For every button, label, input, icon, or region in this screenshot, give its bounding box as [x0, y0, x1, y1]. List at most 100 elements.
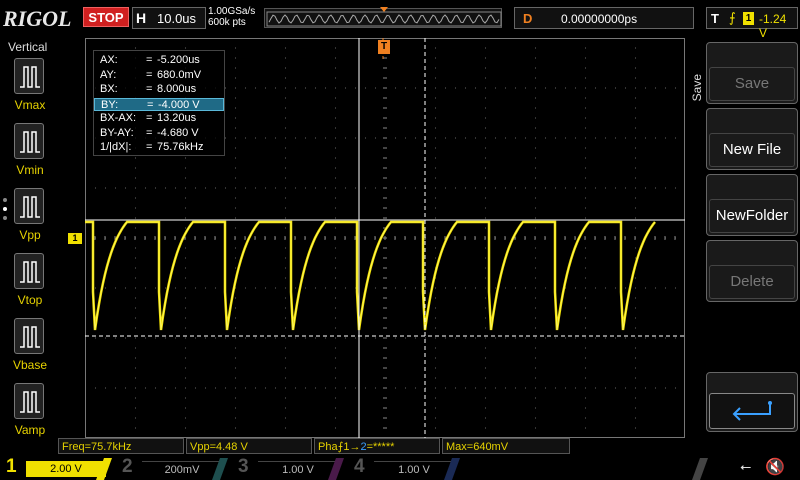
back-button[interactable] — [706, 372, 798, 432]
measure-vbase-button[interactable] — [14, 318, 44, 354]
cursor-eq: = — [146, 83, 153, 95]
channel-4-tab[interactable]: 4 1.00 V — [348, 456, 460, 480]
trigger-source: 1 — [743, 12, 754, 25]
cursor-row: AX: = -5.200us — [94, 54, 224, 67]
timebase-value: 10.0us — [157, 11, 197, 26]
delay-value: 0.00000000ps — [561, 12, 638, 26]
cursor-value: 75.76kHz — [157, 141, 204, 153]
channel-number: 2 — [122, 456, 133, 477]
measure-vtop-label: Vtop — [17, 293, 43, 307]
trigger-time-marker[interactable]: T — [378, 40, 390, 54]
cursor-readout: AX: = -5.200us AY: = 680.0mV BX: = 8.000us BY: = -4… — [93, 50, 225, 156]
memory-overview-waveform — [266, 11, 502, 27]
measure-max[interactable]: Max=640mV — [442, 438, 570, 454]
vpp-icon — [20, 196, 40, 218]
channel-scale: 1.00 V — [258, 461, 338, 477]
falling-edge-icon: ⨍ — [729, 10, 736, 25]
cursor-row: BX: = 8.000us — [94, 83, 224, 96]
save-menu-panel: Save Save New File NewFolder Delete — [686, 38, 800, 440]
cursor-key: AY: — [100, 68, 117, 81]
top-bar: RIGOL STOP H 10.0us 1.00GSa/s 600k pts D… — [0, 0, 800, 40]
vtop-icon — [20, 261, 40, 283]
channel-bar: 1 2.00 V 2 200mV 3 1.00 V 4 1.00 V ⭠ 🔇 — [0, 455, 800, 480]
sample-rate: 1.00GSa/s — [208, 6, 256, 17]
measure-vmin-button[interactable] — [14, 123, 44, 159]
cursor-eq: = — [146, 112, 153, 124]
speaker-mute-icon[interactable]: 🔇 — [765, 457, 785, 477]
cursor-eq: = — [147, 98, 154, 111]
acquisition-info: 1.00GSa/s 600k pts — [208, 6, 255, 28]
measure-vpp[interactable]: Vpp=4.48 V — [186, 438, 312, 454]
ch1-waveform-core — [85, 221, 656, 331]
cursor-row: AY: = 680.0mV — [94, 69, 224, 82]
cursor-value: -4.000 V — [158, 98, 200, 111]
channel-number: 3 — [238, 456, 249, 477]
cursor-key: BX-AX: — [100, 112, 137, 124]
usb-icon: ⭠ — [740, 458, 752, 474]
newfolder-button[interactable]: NewFolder — [706, 174, 798, 236]
memory-depth: 600k pts — [208, 17, 246, 28]
channel-1-tab[interactable]: 1 2.00 V — [0, 456, 112, 480]
side-button-label: New File — [722, 141, 782, 158]
side-button-label: Save — [734, 75, 770, 92]
measure-vtop-button[interactable] — [14, 253, 44, 289]
measure-vmax-button[interactable] — [14, 58, 44, 94]
ch1-offset-marker[interactable]: 1 — [68, 233, 82, 244]
channel-2-tab[interactable]: 2 200mV — [116, 456, 228, 480]
measure-freq[interactable]: Freq=75.7kHz — [58, 438, 184, 454]
timebase-display[interactable]: H 10.0us — [132, 7, 206, 29]
cursor-eq: = — [146, 54, 153, 66]
side-button-label: Delete — [730, 273, 774, 290]
cursor-value: 8.000us — [157, 83, 197, 95]
measure-vamp-button[interactable] — [14, 383, 44, 419]
trigger-label: T — [711, 11, 719, 26]
cursor-key: BX: — [100, 83, 118, 95]
measure-panel: Vertical Vmax Vmin Vpp Vtop Vbase Vamp — [0, 38, 56, 438]
vmax-icon — [20, 66, 40, 88]
measure-category-title: Vertical — [8, 40, 48, 54]
phase-arrow: → — [349, 441, 361, 453]
return-arrow-icon — [732, 401, 772, 421]
measure-vpp-button[interactable] — [14, 188, 44, 224]
cursor-eq: = — [146, 141, 153, 153]
cursor-value: -5.200us — [157, 54, 200, 66]
page-indicator — [3, 198, 9, 225]
cursor-row: 1/|dX|: = 75.76kHz — [94, 141, 224, 154]
phase-value: =***** — [366, 441, 395, 453]
run-stop-status[interactable]: STOP — [83, 7, 129, 27]
trigger-display[interactable]: T ⨍ 1 -1.24 V — [706, 7, 798, 40]
cursor-row: BY: = -4.000 V — [94, 97, 224, 111]
vmin-icon — [20, 131, 40, 153]
cursor-key: BY: — [101, 98, 119, 111]
delete-button[interactable]: Delete — [706, 240, 798, 302]
cursor-key: BY-AY: — [100, 126, 134, 139]
cursor-value: -4.680 V — [157, 126, 199, 139]
cursor-value: 680.0mV — [157, 68, 202, 81]
rigol-logo: RIGOL — [3, 6, 72, 31]
measure-vmax-label: Vmax — [14, 98, 46, 112]
channel-number: 1 — [6, 456, 17, 477]
phase-prefix: Pha — [318, 441, 338, 453]
measure-vbase-label: Vbase — [12, 358, 48, 372]
cursor-row: BY-AY: = -4.680 V — [94, 127, 224, 140]
cursor-eq: = — [146, 68, 153, 81]
delay-display[interactable]: D 0.00000000ps — [514, 7, 694, 29]
channel-scale: 2.00 V — [26, 461, 106, 477]
vamp-icon — [20, 391, 40, 413]
cursor-key: AX: — [100, 54, 118, 66]
measure-vmin-label: Vmin — [16, 163, 44, 177]
measure-vamp-label: Vamp — [14, 423, 46, 437]
timebase-label: H — [136, 10, 147, 26]
measurement-bar: Freq=75.7kHz Vpp=4.48 V Pha⨍1→2=***** Ma… — [0, 438, 686, 454]
channel-scale: 200mV — [142, 461, 222, 477]
new-file-button[interactable]: New File — [706, 108, 798, 170]
channel-scale: 1.00 V — [374, 461, 454, 477]
cursor-eq: = — [146, 126, 153, 139]
channel-3-tab[interactable]: 3 1.00 V — [232, 456, 344, 480]
measure-phase[interactable]: Pha⨍1→2=***** — [314, 438, 440, 454]
save-button[interactable]: Save — [706, 42, 798, 104]
cursor-row: BX-AX: = 13.20us — [94, 112, 224, 125]
measure-vpp-label: Vpp — [19, 228, 41, 242]
memory-overview-strip[interactable] — [264, 7, 502, 28]
vbase-icon — [20, 326, 40, 348]
